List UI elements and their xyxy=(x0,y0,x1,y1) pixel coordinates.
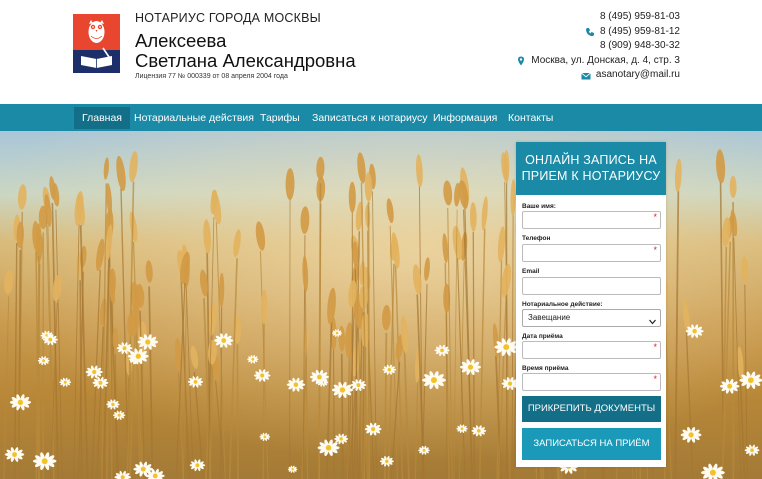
email-line[interactable]: asanotary@mail.ru xyxy=(516,68,680,83)
appointment-form: ОНЛАЙН ЗАПИСЬ НА ПРИЕМ К НОТАРИУСУ Ваше … xyxy=(516,142,666,467)
brand-kicker: НОТАРИУС ГОРОДА МОСКВЫ xyxy=(135,11,321,25)
date-label: Дата приёма xyxy=(522,333,563,340)
notarial-action-select[interactable]: Завещание xyxy=(522,309,661,327)
required-mark: * xyxy=(653,342,657,352)
map-pin-icon xyxy=(516,56,526,66)
email-input[interactable] xyxy=(522,277,661,295)
email-link[interactable]: asanotary@mail.ru xyxy=(596,68,680,83)
phone-label: Телефон xyxy=(522,235,551,242)
phone-icon xyxy=(585,27,595,37)
phone-line-2[interactable]: 8 (495) 959-81-12 xyxy=(516,25,680,40)
time-label: Время приёма xyxy=(522,365,569,372)
phone-line-1[interactable]: 8 (495) 959-81-03 xyxy=(516,10,680,25)
required-mark: * xyxy=(653,374,657,384)
email-label: Email xyxy=(522,268,540,275)
license-info: Лицензия 77 № 000339 от 08 апреля 2004 г… xyxy=(135,73,288,80)
phone-input[interactable]: * xyxy=(522,244,661,262)
notary-name: Алексеева Светлана Александровна xyxy=(135,31,356,71)
phone-number[interactable]: 8 (909) 948-30-32 xyxy=(600,39,680,54)
form-title: ОНЛАЙН ЗАПИСЬ НА ПРИЕМ К НОТАРИУСУ xyxy=(516,142,666,195)
required-mark: * xyxy=(653,212,657,222)
chevron-down-icon xyxy=(649,315,656,331)
time-input[interactable]: * xyxy=(522,373,661,391)
phone-line-3[interactable]: 8 (909) 948-30-32 xyxy=(516,39,680,54)
main-nav: Главная Нотариальные действия Тарифы Зап… xyxy=(0,104,762,131)
phone-number[interactable]: 8 (495) 959-81-03 xyxy=(600,10,680,25)
required-mark: * xyxy=(653,245,657,255)
name-input[interactable]: * xyxy=(522,211,661,229)
address-line: Москва, ул. Донская, д. 4, стр. 3 xyxy=(516,54,680,69)
notary-emblem-logo[interactable] xyxy=(73,14,120,73)
action-label: Нотариальное действие: xyxy=(522,301,603,308)
submit-appointment-button[interactable]: ЗАПИСАТЬСЯ НА ПРИЁМ xyxy=(522,428,661,460)
contacts-block: 8 (495) 959-81-03 8 (495) 959-81-12 8 (9… xyxy=(516,10,680,83)
notary-surname: Алексеева xyxy=(135,30,227,51)
name-label: Ваше имя: xyxy=(522,203,556,210)
phone-number[interactable]: 8 (495) 959-81-12 xyxy=(600,25,680,40)
notary-given-names: Светлана Александровна xyxy=(135,50,356,71)
nav-item-information[interactable]: Информация xyxy=(425,107,505,129)
nav-item-contacts[interactable]: Контакты xyxy=(500,107,561,129)
selected-action: Завещание xyxy=(528,313,571,322)
date-input[interactable]: * xyxy=(522,341,661,359)
address-text: Москва, ул. Донская, д. 4, стр. 3 xyxy=(531,54,680,66)
envelope-icon xyxy=(581,71,591,81)
site-header: НОТАРИУС ГОРОДА МОСКВЫ Алексеева Светлан… xyxy=(0,0,762,104)
nav-item-tariffs[interactable]: Тарифы xyxy=(252,107,308,129)
nav-item-home[interactable]: Главная xyxy=(74,107,130,129)
attach-documents-button[interactable]: ПРИКРЕПИТЬ ДОКУМЕНТЫ xyxy=(522,396,661,422)
nav-item-notarial-actions[interactable]: Нотариальные действия xyxy=(126,107,262,129)
nav-item-appointment[interactable]: Записаться к нотариусу xyxy=(304,107,436,129)
